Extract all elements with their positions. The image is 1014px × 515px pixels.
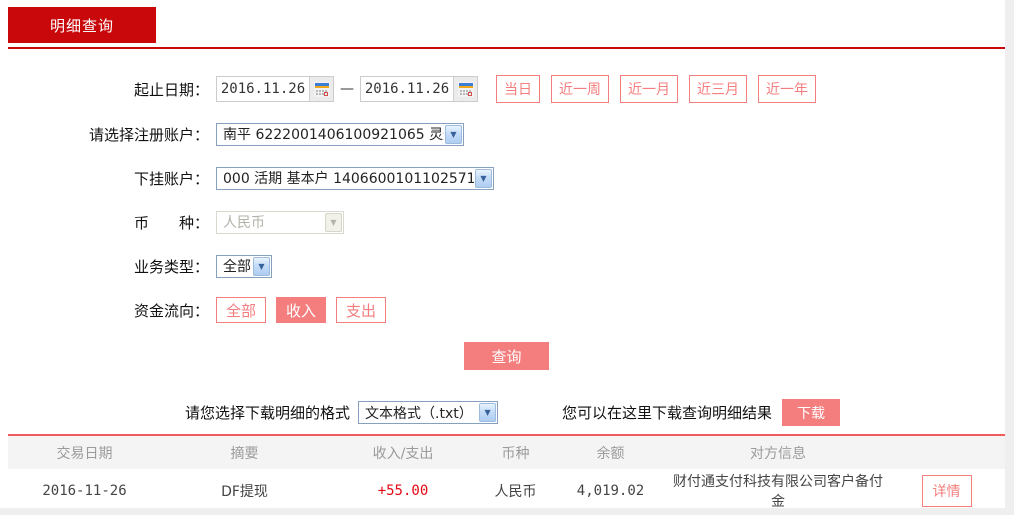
register-account-label: 请选择注册账户： [8, 124, 216, 145]
header-summary: 摘要 [161, 436, 328, 469]
tab-bar: 明细查询 [8, 0, 1005, 43]
detail-button[interactable]: 详情 [922, 475, 972, 507]
quick-date-today-button[interactable]: 当日 [496, 75, 540, 103]
sub-account-value: 000 活期 基本户 1406600101102571848 [217, 168, 474, 188]
business-type-value: 全部 [217, 256, 252, 276]
fund-flow-label: 资金流向： [8, 300, 216, 321]
date-range-separator: — [340, 81, 354, 97]
chevron-down-icon: ▼ [479, 403, 496, 422]
date-range-row: 起止日期： — [8, 75, 1005, 103]
chevron-down-icon: ▼ [325, 213, 342, 232]
business-type-row: 业务类型： 全部 ▼ [8, 253, 1005, 279]
end-date-calendar-icon[interactable] [453, 77, 477, 101]
download-row: 请您选择下载明细的格式 文本格式（.txt） ▼ 您可以在这里下载查询明细结果 … [8, 399, 1005, 426]
currency-row: 币 种： 人民币 ▼ [8, 209, 1005, 235]
tab-detail-query-label: 明细查询 [50, 15, 114, 36]
chevron-down-icon: ▼ [445, 125, 462, 144]
download-button[interactable]: 下载 [782, 399, 840, 426]
end-date-field[interactable] [361, 77, 453, 101]
download-hint-text: 您可以在这里下载查询明细结果 [562, 402, 772, 423]
fund-flow-expense-button[interactable]: 支出 [336, 297, 386, 323]
query-button[interactable]: 查询 [464, 342, 549, 370]
fund-flow-all-button[interactable]: 全部 [216, 297, 266, 323]
header-transaction-date: 交易日期 [8, 436, 161, 469]
transactions-table: 交易日期 摘要 收入/支出 币种 余额 对方信息 2016-11-26 DF提现… [8, 436, 1005, 515]
chevron-down-icon: ▼ [475, 169, 492, 188]
query-button-row: 查询 [8, 342, 1005, 370]
currency-label: 币 种： [8, 212, 216, 233]
date-range-label: 起止日期： [8, 79, 216, 100]
content-panel: 明细查询 起止日期： [8, 0, 1005, 508]
business-type-label: 业务类型： [8, 256, 216, 277]
download-format-label: 请您选择下载明细的格式 [185, 402, 350, 423]
fund-flow-income-button[interactable]: 收入 [276, 297, 326, 323]
end-date-input[interactable] [360, 76, 478, 102]
chevron-down-icon: ▼ [253, 257, 270, 276]
header-actions [888, 436, 1005, 469]
scrollbar-gutter [1005, 0, 1014, 515]
fund-flow-row: 资金流向： 全部 收入 支出 [8, 297, 1005, 323]
header-income-expense: 收入/支出 [328, 436, 478, 469]
sub-account-select[interactable]: 000 活期 基本户 1406600101102571848 ▼ [216, 167, 494, 190]
sub-account-label: 下挂账户： [8, 168, 216, 189]
quick-date-last-week-button[interactable]: 近一周 [551, 75, 609, 103]
quick-date-last-year-button[interactable]: 近一年 [758, 75, 816, 103]
register-account-value: 南平 6222001406100921065 灵通卡 [217, 124, 444, 144]
header-balance: 余额 [553, 436, 668, 469]
quick-date-last-3-months-button[interactable]: 近三月 [689, 75, 747, 103]
bottom-gutter [0, 508, 1014, 515]
download-format-select[interactable]: 文本格式（.txt） ▼ [358, 401, 498, 424]
start-date-input[interactable] [216, 76, 334, 102]
quick-date-buttons: 当日 近一周 近一月 近三月 近一年 [496, 75, 827, 103]
currency-select: 人民币 ▼ [216, 211, 344, 234]
sub-account-row: 下挂账户： 000 活期 基本户 1406600101102571848 ▼ [8, 165, 1005, 191]
header-counterparty: 对方信息 [668, 436, 888, 469]
download-format-value: 文本格式（.txt） [359, 403, 478, 423]
start-date-calendar-icon[interactable] [309, 77, 333, 101]
table-header-row: 交易日期 摘要 收入/支出 币种 余额 对方信息 [8, 436, 1005, 469]
register-account-row: 请选择注册账户： 南平 6222001406100921065 灵通卡 ▼ [8, 121, 1005, 147]
register-account-select[interactable]: 南平 6222001406100921065 灵通卡 ▼ [216, 123, 464, 146]
query-form: 起止日期： — [8, 49, 1005, 323]
start-date-field[interactable] [217, 77, 309, 101]
business-type-select[interactable]: 全部 ▼ [216, 255, 272, 278]
tab-detail-query[interactable]: 明细查询 [8, 7, 156, 43]
currency-value: 人民币 [217, 212, 324, 232]
header-currency: 币种 [478, 436, 553, 469]
quick-date-last-month-button[interactable]: 近一月 [620, 75, 678, 103]
